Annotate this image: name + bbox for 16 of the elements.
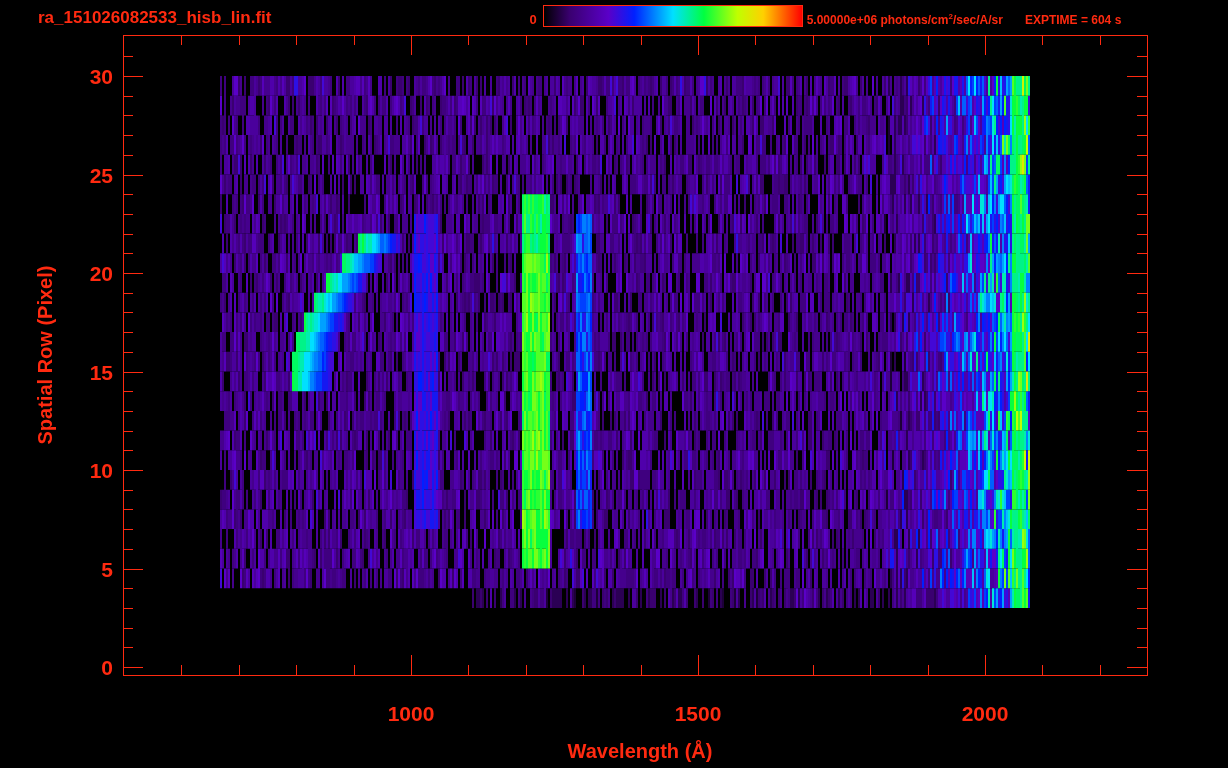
file-title: ra_151026082533_hisb_lin.fit xyxy=(38,7,272,28)
y-tick-label: 10 xyxy=(89,459,113,482)
y-tick-label: 15 xyxy=(89,360,113,384)
y-tick-label: 20 xyxy=(89,262,113,285)
y-tick-label: 0 xyxy=(101,656,113,679)
colorbar-max-label: 5.00000e+06 photons/cm$^{2}$/sec/A/sr xyxy=(806,12,1003,27)
x-tick-label: 2000 xyxy=(961,702,1009,725)
colorbar-min-label: 0 xyxy=(529,12,537,27)
x-axis-label: Wavelength (Å) xyxy=(567,740,713,762)
exposure-time: EXPTIME = 604 s xyxy=(1024,12,1122,27)
y-axis-label: Spatial Row (Pixel) xyxy=(34,265,56,445)
x-tick-label: 1000 xyxy=(387,702,435,725)
x-tick-label: 1500 xyxy=(674,702,722,725)
y-tick-label: 30 xyxy=(89,65,113,88)
y-tick-label: 25 xyxy=(89,163,113,187)
y-tick-label: 5 xyxy=(101,557,113,581)
